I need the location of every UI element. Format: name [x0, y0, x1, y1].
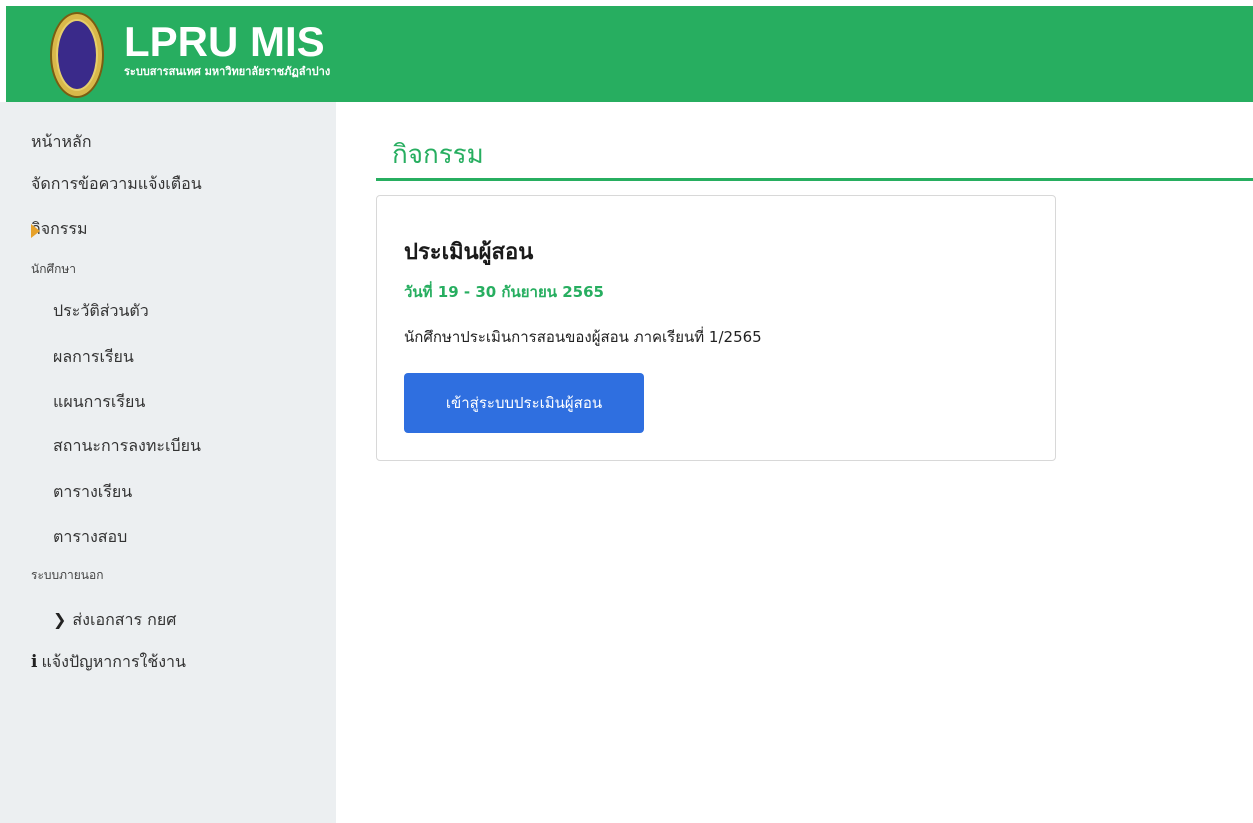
active-item-marker [31, 224, 40, 238]
card-description: นักศึกษาประเมินการสอนของผู้สอน ภาคเรียนท… [404, 328, 762, 346]
sidebar-item-label: ผลการเรียน [53, 347, 134, 366]
sidebar-item-study-plan[interactable]: แผนการเรียน [53, 390, 145, 415]
sidebar-item-label: สถานะการลงทะเบียน [53, 436, 201, 455]
card-title: ประเมินผู้สอน [404, 240, 534, 265]
card-date: วันที่ 19 - 30 กันยายน 2565 [404, 283, 604, 301]
activity-card: ประเมินผู้สอน วันที่ 19 - 30 กันยายน 256… [376, 195, 1056, 461]
sidebar-section-external: ระบบภายนอก [31, 568, 104, 582]
sidebar-item-label: แผนการเรียน [53, 392, 146, 411]
sidebar-item-label: ตารางเรียน [53, 482, 133, 501]
page-title: กิจกรรม [392, 140, 484, 170]
seal-emblem [56, 19, 98, 91]
brand[interactable]: LPRU MIS ระบบสารสนเทศ มหาวิทยาลัยราชภัฏล… [124, 20, 330, 79]
sidebar-item-profile[interactable]: ประวัติส่วนตัว [53, 299, 149, 324]
sidebar-section-students: นักศึกษา [31, 262, 76, 276]
chevron-right-icon: ❯ [53, 610, 67, 629]
sidebar-item-label: ประวัติส่วนตัว [53, 301, 149, 320]
sidebar-item-loan-documents[interactable]: ❯ ส่งเอกสาร กยศ [53, 608, 176, 633]
sidebar-item-notifications[interactable]: จัดการข้อความแจ้งเตือน [31, 172, 202, 197]
sidebar-item-exam-schedule[interactable]: ตารางสอบ [53, 525, 127, 550]
title-divider [376, 178, 1253, 181]
sidebar-item-class-schedule[interactable]: ตารางเรียน [53, 480, 132, 505]
enter-evaluation-button[interactable]: เข้าสู่ระบบประเมินผู้สอน [404, 373, 644, 433]
sidebar-item-grades[interactable]: ผลการเรียน [53, 345, 134, 370]
info-icon: i [31, 652, 38, 672]
sidebar: หน้าหลัก จัดการข้อความแจ้งเตือน กิจกรรม … [0, 102, 336, 823]
sidebar-item-registration-status[interactable]: สถานะการลงทะเบียน [53, 434, 201, 459]
sidebar-item-label: จัดการข้อความแจ้งเตือน [31, 174, 202, 193]
sidebar-item-report-problem[interactable]: i แจ้งปัญหาการใช้งาน [31, 650, 186, 675]
app-subtitle: ระบบสารสนเทศ มหาวิทยาลัยราชภัฏลำปาง [124, 65, 331, 78]
sidebar-item-home[interactable]: หน้าหลัก [31, 130, 92, 155]
university-seal-icon[interactable] [50, 12, 104, 98]
sidebar-item-label: ส่งเอกสาร กยศ [72, 610, 177, 629]
app-header: LPRU MIS ระบบสารสนเทศ มหาวิทยาลัยราชภัฏล… [6, 6, 1253, 102]
sidebar-item-label: ตารางสอบ [53, 527, 128, 546]
sidebar-item-label: หน้าหลัก [31, 132, 92, 151]
app-title: LPRU MIS [124, 18, 325, 65]
sidebar-item-label: แจ้งปัญหาการใช้งาน [41, 652, 186, 671]
